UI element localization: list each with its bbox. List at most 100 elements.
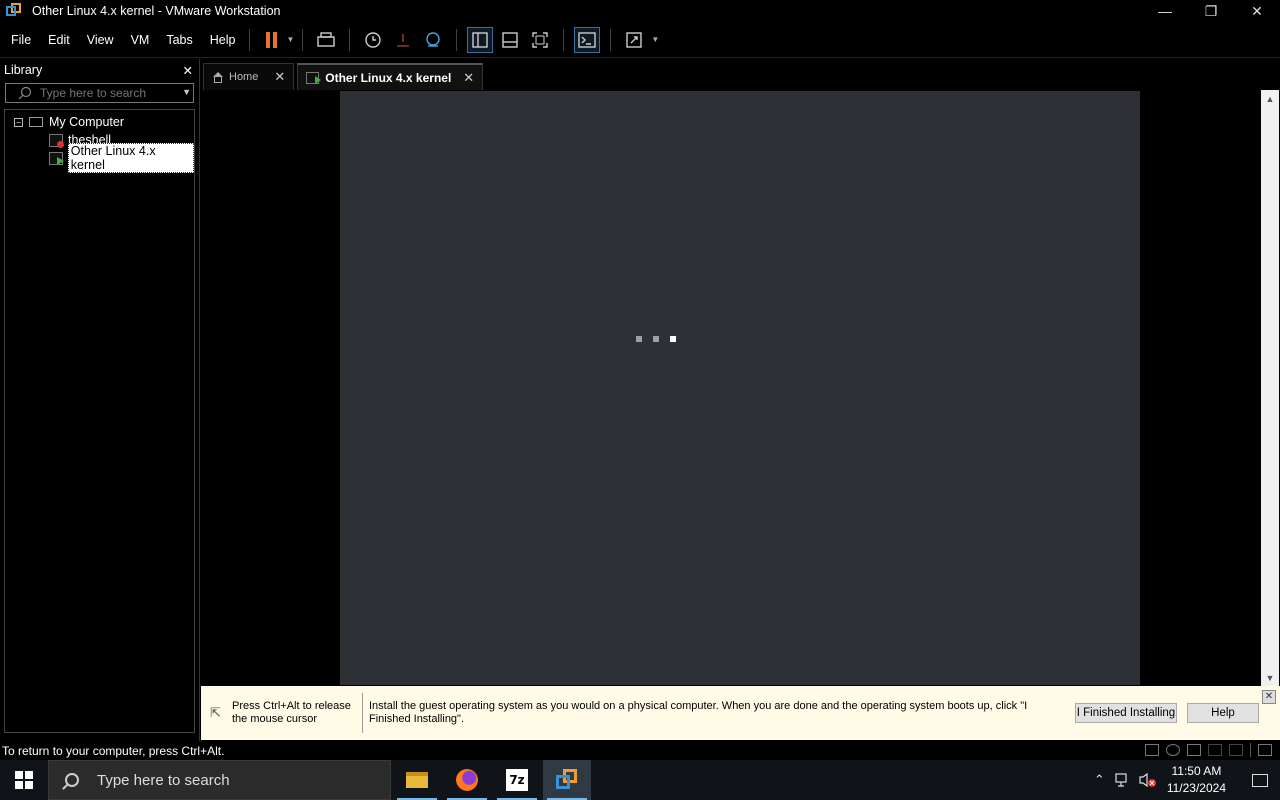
- guest-screen[interactable]: [340, 91, 1140, 685]
- action-center-button[interactable]: [1240, 760, 1280, 800]
- hint-close-icon[interactable]: ✕: [1262, 690, 1276, 704]
- sound-card-icon[interactable]: [1229, 744, 1243, 756]
- network-icon[interactable]: [1115, 773, 1131, 787]
- tab-home[interactable]: Home ✕: [203, 63, 295, 90]
- clock-time: 11:50 AM: [1171, 764, 1222, 778]
- full-screen-button[interactable]: [527, 27, 553, 53]
- hard-disk-icon[interactable]: [1145, 744, 1159, 756]
- snapshot-manager-icon: [426, 31, 441, 47]
- usb-icon[interactable]: [1208, 744, 1222, 756]
- 7zip-icon: 7z: [506, 769, 528, 791]
- help-button[interactable]: Help: [1187, 703, 1259, 723]
- vm-stopped-icon: [49, 133, 64, 148]
- terminal-icon: [578, 31, 597, 48]
- scrollbar-thumb[interactable]: [1263, 108, 1277, 666]
- console-view-button[interactable]: [574, 26, 601, 53]
- restore-button[interactable]: ❐: [1188, 0, 1234, 22]
- spinner-dot: [636, 336, 642, 342]
- library-layout-icon: [472, 31, 489, 48]
- fullscreen-icon: [532, 31, 549, 48]
- library-tree: − My Computer theshell Other Linux 4.x k…: [4, 109, 195, 733]
- firefox-icon: [456, 769, 478, 791]
- tree-item-other-linux[interactable]: Other Linux 4.x kernel: [5, 143, 194, 173]
- install-hint-bar: ⇱ Press Ctrl+Alt to release the mouse cu…: [201, 686, 1280, 740]
- tab-other-linux[interactable]: Other Linux 4.x kernel ✕: [297, 63, 484, 90]
- computer-icon: [29, 117, 43, 127]
- windows-taskbar: Type here to search 7z ⌃ 11:50 AM 11/23/…: [0, 760, 1280, 800]
- clock[interactable]: 11:50 AM 11/23/2024: [1167, 763, 1226, 797]
- notification-icon: [1252, 773, 1268, 787]
- menu-toolbar: File Edit View VM Tabs Help ▼ ▼: [0, 22, 1280, 58]
- stretch-dropdown-icon[interactable]: ▼: [651, 35, 659, 44]
- pause-icon: [265, 31, 270, 48]
- power-dropdown-icon[interactable]: ▼: [286, 35, 294, 44]
- stretch-guest-button[interactable]: [621, 27, 647, 53]
- library-search-input[interactable]: [40, 86, 180, 100]
- stretch-icon: [626, 31, 643, 48]
- snapshot-clock-icon: [365, 31, 382, 48]
- scroll-down-icon[interactable]: ▼: [1261, 669, 1279, 686]
- taskbar-vmware[interactable]: [543, 760, 591, 800]
- message-log-icon[interactable]: [1258, 744, 1272, 756]
- title-bar: Other Linux 4.x kernel - VMware Workstat…: [0, 0, 1280, 22]
- network-adapter-icon[interactable]: [1187, 744, 1201, 756]
- taskbar-file-explorer[interactable]: [393, 760, 441, 800]
- library-panel: Library ✕ ▼ − My Computer theshell Other…: [0, 59, 200, 741]
- tab-close-icon[interactable]: ✕: [274, 69, 285, 85]
- taskbar-search-placeholder: Type here to search: [97, 771, 230, 789]
- show-thumbnail-bar-button[interactable]: [497, 27, 523, 53]
- vm-running-icon: [306, 71, 322, 84]
- tab-label: Home: [229, 71, 259, 83]
- minimize-button[interactable]: —: [1142, 0, 1188, 22]
- clock-date: 11/23/2024: [1166, 781, 1226, 795]
- show-library-button[interactable]: [467, 26, 494, 53]
- send-ctrl-alt-del-button[interactable]: [313, 27, 339, 53]
- chevron-up-icon[interactable]: ⌃: [1094, 772, 1105, 788]
- vmware-icon: [556, 769, 578, 791]
- mouse-cursor-icon: ⇱: [210, 705, 221, 720]
- folder-icon: [406, 772, 428, 788]
- start-button[interactable]: [0, 760, 48, 800]
- status-bar: To return to your computer, press Ctrl+A…: [0, 741, 1280, 760]
- cd-dvd-icon[interactable]: [1166, 744, 1180, 756]
- spinner-dot: [653, 336, 659, 342]
- tab-strip: Home ✕ Other Linux 4.x kernel ✕: [203, 63, 486, 90]
- search-icon: [65, 773, 79, 787]
- search-dropdown-icon[interactable]: ▼: [182, 87, 191, 97]
- scroll-up-icon[interactable]: ▲: [1261, 90, 1279, 107]
- vm-console[interactable]: [201, 90, 1261, 686]
- take-snapshot-button[interactable]: [360, 27, 386, 53]
- search-icon: [18, 86, 32, 100]
- snapshot-manager-button[interactable]: [420, 27, 446, 53]
- menu-edit[interactable]: Edit: [42, 33, 76, 47]
- tree-item-label: My Computer: [49, 115, 125, 129]
- library-search: ▼: [5, 83, 194, 103]
- finished-installing-button[interactable]: I Finished Installing: [1075, 703, 1177, 723]
- tree-item-my-computer[interactable]: − My Computer: [5, 113, 194, 131]
- tab-close-icon[interactable]: ✕: [463, 70, 474, 86]
- vm-running-icon: [49, 151, 64, 165]
- revert-snapshot-button[interactable]: [390, 27, 416, 53]
- library-close-icon[interactable]: ✕: [183, 63, 193, 78]
- menu-file[interactable]: File: [5, 33, 37, 47]
- menu-help[interactable]: Help: [204, 33, 242, 47]
- collapse-icon[interactable]: −: [14, 117, 23, 127]
- taskbar-7zip[interactable]: 7z: [493, 760, 541, 800]
- tab-label: Other Linux 4.x kernel: [325, 70, 452, 85]
- loading-spinner: [636, 336, 687, 342]
- menu-vm[interactable]: VM: [125, 33, 156, 47]
- volume-muted-icon[interactable]: [1139, 772, 1157, 788]
- keyboard-icon: [317, 31, 336, 47]
- taskbar-search[interactable]: Type here to search: [48, 760, 391, 800]
- menu-tabs[interactable]: Tabs: [160, 33, 198, 47]
- revert-icon: [397, 33, 410, 47]
- console-scrollbar[interactable]: ▲ ▼: [1261, 90, 1279, 686]
- close-window-button[interactable]: ✕: [1234, 0, 1280, 22]
- library-title: Library: [4, 63, 43, 77]
- vmware-logo-icon: [6, 3, 22, 19]
- menu-view[interactable]: View: [81, 33, 120, 47]
- taskbar-firefox[interactable]: [443, 760, 491, 800]
- pause-vm-button[interactable]: [260, 27, 282, 53]
- windows-logo-icon: [15, 771, 33, 789]
- tree-item-label: Other Linux 4.x kernel: [67, 143, 194, 173]
